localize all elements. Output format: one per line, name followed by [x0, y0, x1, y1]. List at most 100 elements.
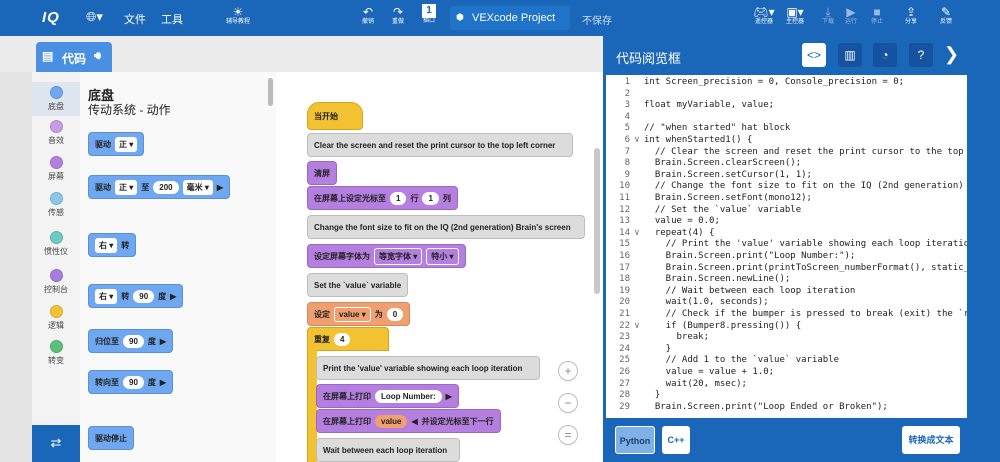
unit-dropdown[interactable]: 毫米 ▾	[182, 179, 213, 195]
code-line: 10 // Change the font size to fit on the…	[619, 181, 967, 191]
hexagon-icon: ⬢	[456, 12, 464, 22]
zoom-in-icon[interactable]: +	[558, 361, 578, 381]
comment-block[interactable]: Clear the screen and reset the print cur…	[307, 133, 573, 157]
download-button[interactable]: ⤓ 下载	[817, 5, 839, 26]
drive-block[interactable]: 驱动 正 ▾	[88, 132, 145, 156]
print-variable-block[interactable]: 在屏幕上打印 value ◀ 并设定光标至下一行	[316, 409, 501, 433]
cpp-button[interactable]: C++	[662, 426, 690, 454]
category-inertial[interactable]: 惯性仪	[32, 231, 80, 257]
code-line: 28 }	[619, 390, 661, 400]
workspace-scrollbar[interactable]	[594, 148, 600, 294]
turn-to-heading-block[interactable]: 归位至 90 度 ▶	[88, 329, 174, 353]
zoom-reset-icon[interactable]: =	[558, 425, 578, 445]
direction-dropdown[interactable]: 正 ▾	[115, 136, 138, 152]
heading-input[interactable]: 90	[123, 334, 144, 348]
left-strip	[0, 72, 32, 462]
category-dot	[49, 340, 63, 353]
run-button[interactable]: ▶ 运行	[840, 5, 862, 26]
set-font-block[interactable]: 设定屏幕字体为 等宽字体 ▾ 特小 ▾	[307, 244, 466, 268]
help-icon[interactable]: ?	[909, 43, 933, 67]
play-arrow-icon: ▶	[216, 182, 224, 192]
code-view-icon[interactable]: <>	[802, 43, 826, 67]
redo-button[interactable]: ↷ 重做	[387, 5, 409, 26]
variable-dropdown[interactable]: value ▾	[334, 306, 371, 322]
turn-direction-dropdown[interactable]: 右 ▾	[95, 288, 118, 304]
tools-menu[interactable]: 工具	[161, 11, 183, 27]
category-logic[interactable]: 逻辑	[32, 305, 80, 331]
column-input[interactable]: 1	[422, 191, 439, 205]
zoom-out-icon[interactable]: −	[558, 393, 578, 413]
device-icon[interactable]: ▥	[838, 43, 862, 67]
extensions-button[interactable]: ⇄	[32, 425, 80, 462]
tab-code[interactable]: ▤ 代码 🔊︎	[36, 42, 112, 72]
direction-dropdown[interactable]: 正 ▾	[115, 179, 138, 195]
turn-for-block[interactable]: 右 ▾ 转 90 度 ▶	[88, 284, 184, 308]
category-dot	[49, 305, 63, 318]
category-sensing[interactable]: 传感	[32, 192, 80, 218]
row-input[interactable]: 1	[390, 191, 407, 205]
category-dot	[49, 86, 63, 99]
turn-block[interactable]: 右 ▾ 转	[88, 233, 137, 257]
stop-icon: ■	[873, 5, 881, 19]
palette-scrollbar[interactable]	[268, 78, 273, 106]
top-toolbar: IQ 🌐︎▾ 文件 工具 ☀ 辅导教程 ↶ 撤销 ↷ 重做 1 插口 ⬢ VEX…	[0, 0, 1000, 36]
drive-for-block[interactable]: 驱动 正 ▾ 至 200 毫米 ▾ ▶	[88, 175, 231, 199]
python-button[interactable]: Python	[615, 426, 655, 454]
code-line: 20 wait(1.0, seconds);	[619, 297, 769, 307]
block-palette	[80, 72, 276, 462]
play-icon: ▶	[846, 5, 856, 19]
repeat-block[interactable]: 重复 4	[307, 327, 389, 351]
code-line: 8 Brain.Screen.clearScreen();	[624, 158, 802, 168]
category-dot	[49, 120, 63, 133]
share-button[interactable]: ⇪ 分享	[900, 5, 922, 26]
set-cursor-block[interactable]: 在屏幕上设定光标至 1 行 1 列	[307, 186, 458, 210]
slot-button[interactable]: 1 插口	[418, 4, 440, 25]
code-line: 26 value = value + 1.0;	[619, 367, 775, 377]
category-console[interactable]: 控制台	[32, 269, 80, 295]
undo-icon: ↶	[362, 5, 374, 19]
print-text-input[interactable]: Loop Number:	[375, 389, 442, 403]
controller-button[interactable]: 🎮︎▾ 遥控器	[750, 5, 778, 26]
print-block[interactable]: 在屏幕上打印 Loop Number: ▶	[316, 384, 459, 408]
code-editor[interactable]: 1 int Screen_precision = 0, Console_preci…	[606, 75, 967, 418]
chevron-right-icon[interactable]: ❯	[944, 44, 959, 65]
globe-icon[interactable]: 🌐︎▾	[86, 9, 103, 25]
undo-button[interactable]: ↶ 撤销	[357, 5, 379, 26]
dashboard-icon[interactable]: ◔	[873, 43, 897, 67]
convert-to-text-button[interactable]: 转换成文本	[902, 426, 960, 454]
tutorials-button[interactable]: ☀ 辅导教程	[222, 5, 254, 26]
category-variables[interactable]: 转变	[32, 340, 80, 366]
comment-block[interactable]: Print the 'value' variable showing each …	[316, 356, 540, 380]
angle-input[interactable]: 90	[133, 289, 155, 303]
rotation-input[interactable]: 90	[123, 375, 144, 389]
turn-to-rotation-block[interactable]: 转向至 90 度 ▶	[88, 370, 174, 394]
code-line: 21 // Check if the bumper is pressed to …	[619, 309, 967, 319]
repeat-count-input[interactable]: 4	[334, 332, 351, 346]
category-drivetrain[interactable]: 底盘	[32, 82, 80, 116]
turn-direction-dropdown[interactable]: 右 ▾	[95, 237, 118, 253]
comment-block[interactable]: Wait between each loop iteration	[316, 438, 460, 462]
sound-icon: 🔊︎	[94, 50, 101, 62]
file-menu[interactable]: 文件	[124, 11, 146, 27]
comment-block[interactable]: Change the font size to fit on the IQ (2…	[307, 215, 585, 239]
set-variable-block[interactable]: 设定 value ▾ 为 0	[307, 302, 411, 326]
category-screen[interactable]: 屏幕	[32, 156, 80, 182]
feedback-button[interactable]: ✎ 反馈	[935, 5, 957, 26]
code-line: 25 // Add 1 to the `value` variable	[619, 355, 840, 365]
stop-button[interactable]: ■ 停止	[866, 5, 888, 26]
value-reporter[interactable]: value	[375, 414, 408, 428]
comment-block[interactable]: Set the `value` variable	[307, 273, 409, 297]
stop-driving-block[interactable]: 驱动停止	[88, 426, 134, 450]
brain-button[interactable]: ▣▾ 主控器	[781, 5, 809, 26]
font-dropdown[interactable]: 等宽字体 ▾	[374, 247, 423, 265]
clear-screen-block[interactable]: 清屏	[307, 161, 337, 185]
value-input[interactable]: 0	[386, 307, 404, 321]
distance-input[interactable]: 200	[153, 180, 179, 194]
category-sound[interactable]: 音效	[32, 120, 80, 146]
brain-icon: ▣▾	[786, 5, 804, 19]
redo-icon: ↷	[392, 5, 404, 19]
when-started-hat-block[interactable]: 当开始	[307, 102, 363, 130]
font-size-dropdown[interactable]: 特小 ▾	[426, 247, 459, 265]
project-name-field[interactable]: ⬢ VEXcode Project	[450, 6, 570, 30]
code-line: 6 ∨ int whenStarted1() {	[624, 135, 753, 145]
